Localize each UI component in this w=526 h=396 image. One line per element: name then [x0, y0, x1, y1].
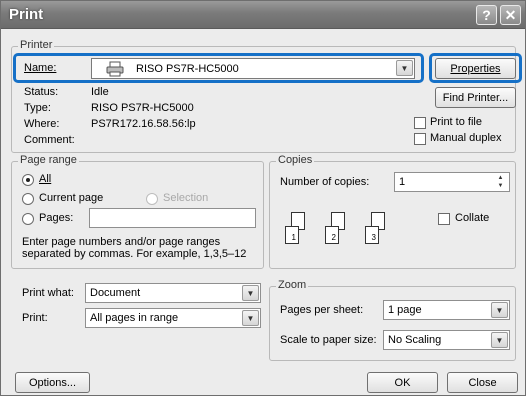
print-label: Print: [22, 312, 48, 324]
page-number-2: 2 [331, 233, 336, 242]
close-button[interactable]: Close [447, 372, 518, 393]
selection-radio[interactable] [146, 193, 158, 205]
manual-duplex-label[interactable]: Manual duplex [430, 132, 502, 144]
current-page-label[interactable]: Current page [39, 192, 103, 204]
scale-label: Scale to paper size: [280, 334, 377, 346]
page-number-1: 1 [291, 233, 296, 242]
copies-group-title: Copies [276, 154, 315, 166]
pages-radio[interactable] [22, 213, 34, 225]
collate-page-front-3: 3 [365, 226, 379, 244]
close-button-label: Close [468, 376, 497, 389]
type-value: RISO PS7R-HC5000 [91, 102, 194, 114]
chevron-down-icon[interactable]: ▼ [491, 302, 508, 318]
collate-label[interactable]: Collate [455, 212, 489, 224]
chevron-down-icon[interactable]: ▼ [242, 310, 259, 326]
collate-page-front-1: 1 [285, 226, 299, 244]
comment-label: Comment: [24, 134, 75, 146]
print-dialog: Print ? ✕ Printer Name: RISO PS7R-HC5000… [0, 0, 526, 396]
number-of-copies-label: Number of copies: [280, 176, 370, 188]
pages-per-sheet-select[interactable]: 1 page ▼ [383, 300, 510, 320]
pages-label[interactable]: Pages: [39, 212, 73, 224]
scale-value: No Scaling [388, 334, 442, 346]
printer-name-value: RISO PS7R-HC5000 [136, 62, 239, 75]
printer-icon [106, 61, 124, 76]
properties-button[interactable]: Properties [435, 58, 516, 79]
window-title: Print [9, 6, 44, 23]
properties-button-label: Properties [450, 62, 501, 75]
ok-button[interactable]: OK [367, 372, 438, 393]
pages-input[interactable] [89, 208, 256, 228]
page-number-3: 3 [371, 233, 376, 242]
page-range-group-title: Page range [18, 154, 79, 166]
manual-duplex-checkbox[interactable] [414, 133, 426, 145]
help-button[interactable]: ? [476, 5, 497, 25]
print-select[interactable]: All pages in range ▼ [85, 308, 261, 328]
options-button[interactable]: Options... [15, 372, 90, 393]
printer-group-title: Printer [18, 39, 55, 51]
print-what-select[interactable]: Document ▼ [85, 283, 261, 303]
spin-arrows-icon[interactable]: ▲ ▼ [493, 174, 508, 190]
type-label: Type: [24, 102, 51, 114]
find-printer-button-label: Find Printer... [442, 91, 509, 104]
ok-button-label: OK [394, 376, 411, 389]
copies-value: 1 [399, 176, 406, 188]
scale-select[interactable]: No Scaling ▼ [383, 330, 510, 350]
pages-per-sheet-value: 1 page [388, 304, 422, 316]
all-radio[interactable] [22, 174, 34, 186]
status-value: Idle [91, 86, 109, 98]
page-range-hint: Enter page numbers and/or page ranges se… [22, 236, 247, 260]
all-label[interactable]: All [39, 173, 51, 185]
pages-per-sheet-label: Pages per sheet: [280, 304, 364, 316]
title-bar[interactable]: Print ? ✕ [1, 1, 525, 29]
zoom-group-title: Zoom [276, 279, 309, 291]
where-value: PS7R172.16.58.56:lp [91, 118, 196, 130]
printer-name-select[interactable]: RISO PS7R-HC5000 ▼ [91, 58, 415, 79]
print-to-file-label[interactable]: Print to file [430, 116, 482, 128]
chevron-down-icon[interactable]: ▼ [242, 285, 259, 301]
collate-checkbox[interactable] [438, 213, 450, 225]
current-page-radio[interactable] [22, 193, 34, 205]
options-button-label: Options... [28, 376, 77, 389]
name-label: Name: [24, 62, 57, 74]
copies-input[interactable]: 1 ▲ ▼ [394, 172, 510, 192]
chevron-down-icon[interactable]: ▼ [491, 332, 508, 348]
print-to-file-checkbox[interactable] [414, 117, 426, 129]
collate-page-front-2: 2 [325, 226, 339, 244]
chevron-down-icon[interactable]: ▼ [396, 60, 413, 76]
close-window-button[interactable]: ✕ [500, 5, 521, 25]
print-what-label: Print what: [22, 287, 74, 299]
where-label: Where: [24, 118, 60, 130]
print-what-value: Document [90, 287, 141, 299]
print-value: All pages in range [90, 312, 179, 324]
status-label: Status: [24, 86, 59, 98]
find-printer-button[interactable]: Find Printer... [435, 87, 516, 108]
selection-label: Selection [163, 192, 209, 204]
